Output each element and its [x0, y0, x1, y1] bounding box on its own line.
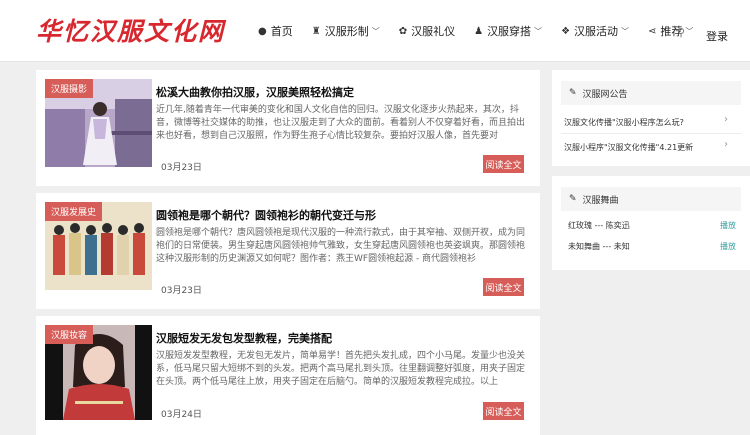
nav-label: 汉服活动: [574, 25, 619, 38]
article-title[interactable]: 圆领袍是哪个朝代？圆领袍衫的朝代变迁与形: [156, 207, 376, 223]
nav-hanfu-events[interactable]: ❖ 汉服活动 ﹀: [561, 23, 629, 39]
nav-home[interactable]: ● 首页: [258, 23, 293, 39]
notice-panel: ✎ 汉服网公告 汉服文化传播"汉服小程序怎么玩? › 汉服小程序"汉服文化传播"…: [552, 70, 750, 166]
article-date: 03月23日: [161, 163, 202, 173]
main-nav: ● 首页 ♜ 汉服形制 ﹀ ✿ 汉服礼仪 ♟ 汉服穿搭 ﹀ ❖ 汉服活动 ﹀ ⋖…: [258, 0, 712, 62]
category-tag[interactable]: 汉服摄影: [45, 79, 94, 98]
nav-hanfu-outfits[interactable]: ♟ 汉服穿搭 ﹀: [474, 23, 542, 39]
article-card: 汉服妆容 汉服短发无发包发型教程，完美搭配 汉服短发发型教程，无发包无发片，简单…: [36, 316, 540, 435]
etiquette-icon: ✿: [398, 25, 408, 37]
notice-icon: ✎: [569, 88, 577, 98]
panel-header: ✎ 汉服网公告: [561, 81, 741, 105]
article-excerpt: 汉服短发发型教程，无发包无发片，简单易学！首先把头发扎成，四个小马尾。发量少也没…: [156, 351, 526, 387]
chevron-right-icon: ›: [724, 139, 728, 150]
article-date: 03月24日: [161, 410, 202, 420]
nav-label: 首页: [270, 25, 293, 38]
notice-item[interactable]: 汉服文化传播"汉服小程序怎么玩?: [564, 117, 684, 128]
search-icon[interactable]: ⚲: [677, 26, 685, 39]
read-more-button[interactable]: 阅读全文: [483, 155, 524, 173]
notice-item[interactable]: 汉服小程序"汉服文化传播"4.21更新: [564, 142, 693, 153]
events-icon: ❖: [561, 25, 571, 37]
play-button[interactable]: 播放: [720, 220, 736, 231]
nav-label: 汉服穿搭: [487, 25, 532, 38]
read-more-button[interactable]: 阅读全文: [483, 278, 524, 296]
category-tag[interactable]: 汉服妆容: [45, 325, 94, 344]
chevron-down-icon: ﹀: [534, 26, 543, 36]
outfit-icon: ♟: [474, 25, 484, 37]
login-link[interactable]: 登录: [706, 28, 728, 44]
chevron-down-icon: ﹀: [621, 26, 630, 36]
nav-hanfu-etiquette[interactable]: ✿ 汉服礼仪: [399, 23, 455, 39]
chevron-down-icon: ﹀: [371, 26, 380, 36]
panel-title: 汉服舞曲: [582, 195, 619, 206]
home-icon: ●: [258, 25, 267, 37]
forms-icon: ♜: [311, 25, 321, 37]
play-button[interactable]: 播放: [720, 241, 736, 252]
nav-label: 汉服礼仪: [411, 25, 456, 38]
site-logo[interactable]: 华忆汉服文化网: [36, 12, 225, 48]
song-item: 未知舞曲 --- 未知: [568, 242, 630, 251]
article-title[interactable]: 汉服短发无发包发型教程，完美搭配: [156, 330, 332, 346]
nav-hanfu-forms[interactable]: ♜ 汉服形制 ﹀: [312, 23, 380, 39]
article-title[interactable]: 松溪大曲教你拍汉服，汉服美照轻松搞定: [156, 84, 354, 100]
site-header: 华忆汉服文化网 ● 首页 ♜ 汉服形制 ﹀ ✿ 汉服礼仪 ♟ 汉服穿搭 ﹀ ❖ …: [0, 0, 750, 62]
music-panel: ✎ 汉服舞曲 红玫瑰 --- 陈奕迅 播放 未知舞曲 --- 未知 播放: [552, 176, 750, 270]
panel-title: 汉服网公告: [582, 89, 628, 100]
music-icon: ✎: [569, 194, 577, 204]
nav-label: 汉服形制: [324, 25, 369, 38]
article-card: 汉服发展史 圆领袍是哪个朝代？圆领袍衫的朝代变迁与形 圆领袍是哪个朝代？唐风圆领…: [36, 193, 540, 309]
chevron-right-icon: ›: [724, 114, 728, 125]
panel-header: ✎ 汉服舞曲: [561, 187, 741, 211]
category-tag[interactable]: 汉服发展史: [45, 202, 103, 221]
nav-recommend[interactable]: ⋖ 推荐 ﹀: [648, 23, 693, 39]
read-more-button[interactable]: 阅读全文: [483, 402, 524, 420]
article-date: 03月23日: [161, 286, 202, 296]
share-icon: ⋖: [648, 25, 657, 37]
article-excerpt: 圆领袍是哪个朝代？唐风圆领袍是现代汉服的一种流行款式，由于其窄袖、双侧开衩，成为…: [156, 228, 526, 264]
article-excerpt: 近几年,随着青年一代审美的变化和国人文化自信的回归。汉服文化逐步火热起来，其次，…: [156, 105, 526, 141]
divider: [561, 133, 741, 134]
article-card: 汉服摄影 松溪大曲教你拍汉服，汉服美照轻松搞定 近几年,随着青年一代审美的变化和…: [36, 70, 540, 186]
song-item: 红玫瑰 --- 陈奕迅: [568, 221, 630, 230]
chevron-down-icon: ﹀: [685, 26, 694, 36]
